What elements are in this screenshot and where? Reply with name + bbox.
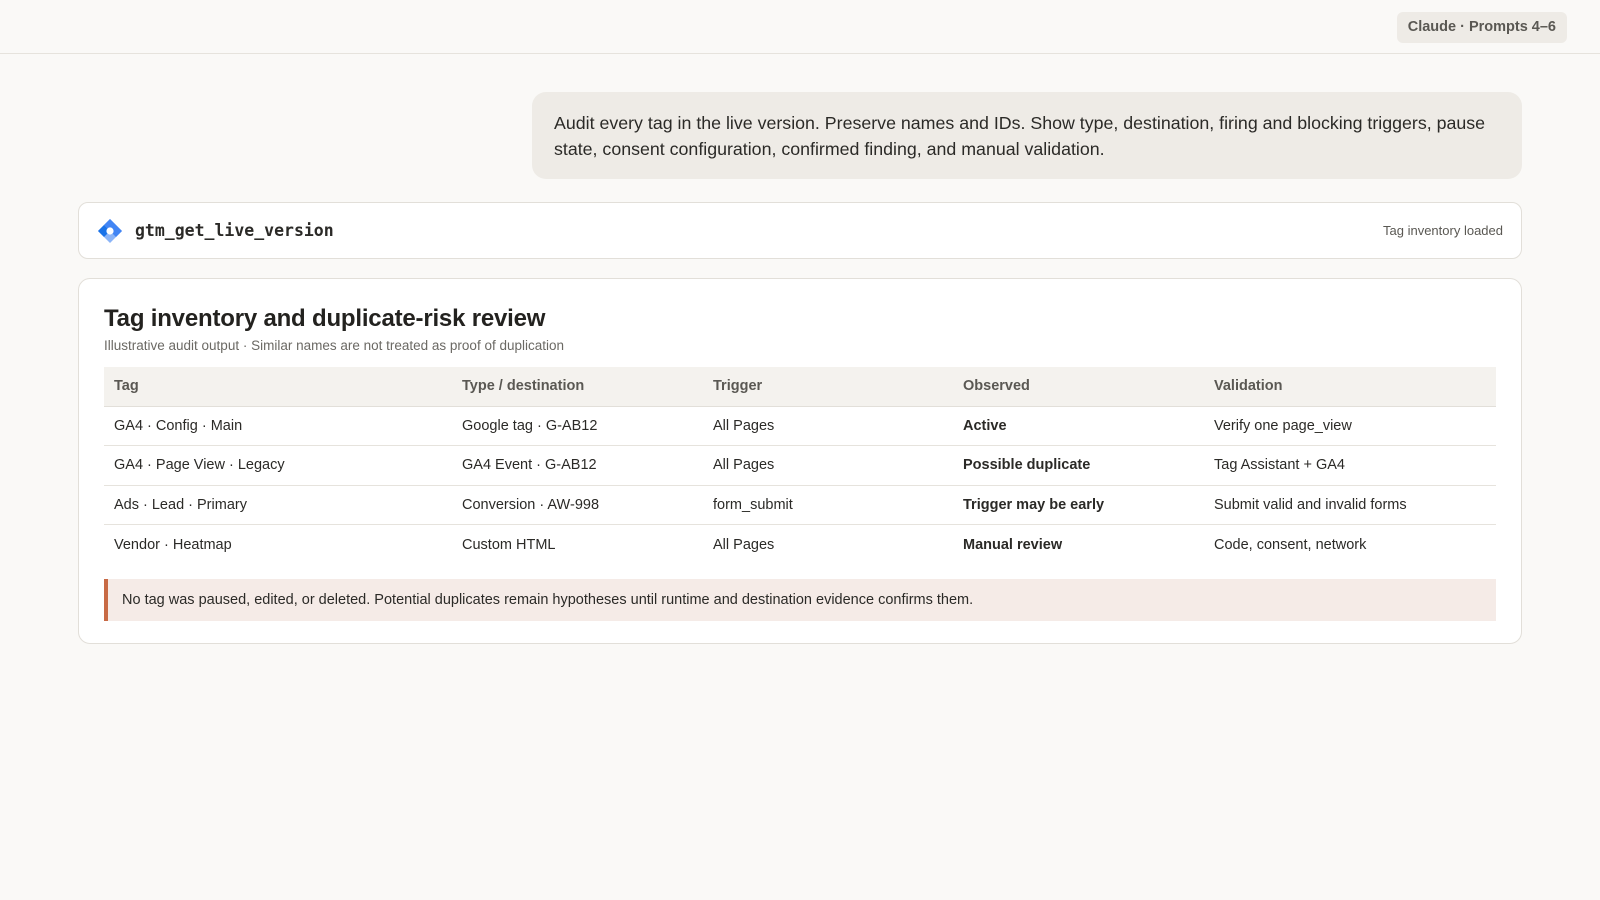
column-header-tag: Tag — [104, 367, 452, 407]
tag-review-card: Tag inventory and duplicate-risk review … — [78, 278, 1522, 644]
cell-validation: Tag Assistant + GA4 — [1204, 445, 1496, 486]
cell-type: Custom HTML — [462, 536, 556, 553]
table-row: Ads · Lead · Primary Conversion · AW-998… — [104, 485, 1496, 525]
cell-tag: GA4 · Config · Main — [104, 406, 452, 446]
tool-name: gtm_get_live_version — [135, 221, 334, 240]
cell-tag: GA4 · Page View · Legacy — [104, 445, 452, 486]
top-bar: Claude · Prompts 4–6 — [0, 0, 1600, 54]
column-header-type: Type / destination — [452, 367, 703, 407]
column-header-observed: Observed — [953, 367, 1204, 407]
column-header-trigger: Trigger — [703, 367, 953, 407]
cell-observed: Manual review — [963, 536, 1063, 553]
cell-observed: Trigger may be early — [953, 485, 1204, 525]
audit-notice: No tag was paused, edited, or deleted. P… — [104, 579, 1496, 621]
review-subtitle: Illustrative audit output · Similar name… — [104, 338, 564, 353]
table-header-row: Tag Type / destination Trigger Observed … — [104, 367, 1496, 407]
table-row: Vendor · Heatmap Custom HTML All Pages M… — [104, 525, 1496, 565]
cell-type: Google tag · G-AB12 — [452, 406, 703, 446]
table-row: GA4 · Config · Main Google tag · G-AB12 … — [104, 406, 1496, 446]
cell-validation: Verify one page_view — [1204, 406, 1496, 446]
cell-observed: Active — [953, 406, 1204, 446]
review-title: Tag inventory and duplicate-risk review — [104, 305, 546, 332]
cell-trigger: All Pages — [703, 406, 953, 446]
gtm-diamond-icon — [98, 219, 122, 243]
cell-tag: Vendor · Heatmap — [114, 536, 232, 553]
cell-validation: Code, consent, network — [1214, 536, 1367, 553]
cell-trigger: All Pages — [713, 536, 775, 553]
cell-tag: Ads · Lead · Primary — [104, 485, 452, 525]
column-header-validation: Validation — [1204, 367, 1496, 407]
cell-type: GA4 Event · G-AB12 — [452, 445, 703, 486]
tool-call-card[interactable]: gtm_get_live_version Tag inventory loade… — [78, 202, 1522, 259]
cell-validation: Submit valid and invalid forms — [1204, 485, 1496, 525]
cell-observed: Possible duplicate — [953, 445, 1204, 486]
tool-status: Tag inventory loaded — [1383, 223, 1503, 238]
user-prompt-bubble: Audit every tag in the live version. Pre… — [532, 92, 1522, 179]
cell-trigger: form_submit — [703, 485, 953, 525]
cell-trigger: All Pages — [703, 445, 953, 486]
table-row: GA4 · Page View · Legacy GA4 Event · G-A… — [104, 445, 1496, 486]
cell-type: Conversion · AW-998 — [452, 485, 703, 525]
tag-inventory-table: Tag Type / destination Trigger Observed … — [104, 367, 1496, 564]
session-badge[interactable]: Claude · Prompts 4–6 — [1396, 12, 1567, 43]
